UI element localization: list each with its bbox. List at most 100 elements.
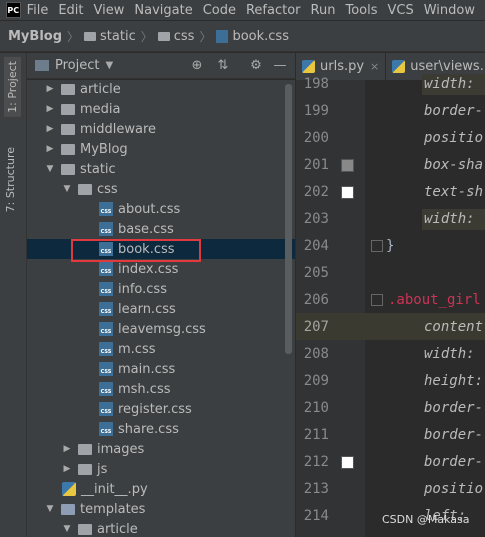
tree-item-label: __init__.py bbox=[81, 481, 148, 497]
folder-icon bbox=[78, 463, 92, 475]
breadcrumb-project[interactable]: MyBlog bbox=[8, 29, 62, 44]
breadcrumb-separator-icon: 〉 bbox=[199, 29, 212, 44]
close-icon[interactable]: × bbox=[370, 60, 379, 73]
tree-item-label: leavemsg.css bbox=[118, 321, 206, 337]
line-number: 212 bbox=[303, 454, 329, 470]
code-line: text-sh bbox=[424, 184, 484, 200]
tree-item-label: article bbox=[80, 81, 121, 97]
color-swatch-icon[interactable] bbox=[341, 186, 354, 199]
folder-icon bbox=[78, 523, 92, 535]
collapse-arrow-icon[interactable]: ▶ bbox=[62, 444, 72, 454]
tree-item[interactable]: ▼ article bbox=[27, 519, 295, 537]
expand-arrow-icon[interactable]: ▼ bbox=[62, 524, 72, 534]
tree-item[interactable]: CSS m.css bbox=[27, 339, 295, 359]
tree-item[interactable]: CSS learn.css bbox=[27, 299, 295, 319]
project-panel-title[interactable]: Project bbox=[55, 58, 99, 73]
tree-item[interactable]: ▼ templates bbox=[27, 499, 295, 519]
tree-item[interactable]: __init__.py bbox=[27, 479, 295, 499]
tree-item[interactable]: CSS about.css bbox=[27, 199, 295, 219]
collapse-arrow-icon[interactable]: ▶ bbox=[45, 84, 55, 94]
folder-icon bbox=[61, 503, 75, 515]
tree-item[interactable]: ▶ images bbox=[27, 439, 295, 459]
fold-icon[interactable] bbox=[371, 294, 383, 306]
code-line: border- bbox=[424, 103, 484, 119]
tree-item[interactable]: ▼ static bbox=[27, 159, 295, 179]
code-line: border- bbox=[424, 454, 484, 470]
project-tree: ▶ article ▶ media ▶ middleware ▶ MyBlog ▼ static ▼… bbox=[27, 80, 295, 537]
breadcrumb-separator-icon: 〉 bbox=[67, 29, 80, 44]
tree-item-label: templates bbox=[80, 501, 146, 517]
collapse-arrow-icon[interactable]: ▶ bbox=[45, 144, 55, 154]
line-number: 210 bbox=[303, 400, 329, 416]
css-file-icon: CSS bbox=[99, 302, 113, 316]
tree-item[interactable]: ▶ middleware bbox=[27, 119, 295, 139]
breadcrumb-book-css[interactable]: book.css bbox=[232, 29, 289, 44]
menu-run[interactable]: Run bbox=[311, 3, 336, 18]
tree-item[interactable]: CSS info.css bbox=[27, 279, 295, 299]
expand-arrow-icon[interactable]: ▼ bbox=[62, 184, 72, 194]
tree-item[interactable]: CSS main.css bbox=[27, 359, 295, 379]
tree-item[interactable]: CSS register.css bbox=[27, 399, 295, 419]
color-swatch-icon[interactable] bbox=[341, 159, 354, 172]
expand-arrow-icon[interactable]: ▼ bbox=[45, 164, 55, 174]
folder-icon bbox=[61, 143, 75, 155]
css-file-icon: CSS bbox=[99, 322, 113, 336]
tree-item[interactable]: CSS share.css bbox=[27, 419, 295, 439]
tree-item[interactable]: CSS index.css bbox=[27, 259, 295, 279]
code-line: border- bbox=[424, 400, 484, 416]
collapse-icon[interactable]: ⇅ bbox=[216, 59, 230, 73]
project-view-icon bbox=[35, 60, 49, 71]
tree-item[interactable]: ▶ article bbox=[27, 80, 295, 99]
menu-vcs[interactable]: VCS bbox=[388, 3, 414, 18]
color-swatch-icon[interactable] bbox=[341, 456, 354, 469]
tree-item[interactable]: ▶ js bbox=[27, 459, 295, 479]
line-number: 204 bbox=[303, 238, 329, 254]
css-file-icon: CSS bbox=[99, 362, 113, 376]
menu-tools[interactable]: Tools bbox=[345, 3, 377, 18]
tree-item[interactable]: ▼ css bbox=[27, 179, 295, 199]
python-file-icon bbox=[392, 60, 406, 73]
line-number: 213 bbox=[303, 481, 329, 497]
tree-item-label: base.css bbox=[118, 221, 174, 237]
structure-tool-tab[interactable]: 7: Structure bbox=[4, 147, 17, 212]
project-tool-tab[interactable]: 1: Project bbox=[4, 57, 21, 117]
tree-item[interactable]: ▶ media bbox=[27, 99, 295, 119]
code-line: positio bbox=[424, 130, 484, 146]
css-file-icon bbox=[216, 29, 229, 43]
gear-icon[interactable]: ⚙ bbox=[249, 59, 263, 73]
line-number: 214 bbox=[303, 508, 329, 524]
collapse-arrow-icon[interactable]: ▶ bbox=[45, 104, 55, 114]
css-file-icon: CSS bbox=[99, 222, 113, 236]
tree-item[interactable]: CSS msh.css bbox=[27, 379, 295, 399]
menu-window[interactable]: Window bbox=[424, 3, 475, 18]
collapse-arrow-icon[interactable]: ▶ bbox=[45, 124, 55, 134]
menu-navigate[interactable]: Navigate bbox=[134, 3, 192, 18]
chevron-down-icon[interactable]: ▼ bbox=[105, 60, 113, 71]
fold-icon[interactable] bbox=[371, 240, 383, 252]
line-number: 208 bbox=[303, 346, 329, 362]
folder-icon bbox=[78, 183, 92, 195]
tree-item[interactable]: CSS leavemsg.css bbox=[27, 319, 295, 339]
tree-item-label: static bbox=[80, 161, 116, 177]
menu-code[interactable]: Code bbox=[203, 3, 236, 18]
tree-scrollbar[interactable] bbox=[285, 84, 292, 354]
menu-refactor[interactable]: Refactor bbox=[246, 3, 301, 18]
code-line: } bbox=[386, 238, 395, 254]
line-number: 199 bbox=[303, 103, 329, 119]
breadcrumb-css[interactable]: css bbox=[174, 29, 195, 44]
menu-view[interactable]: View bbox=[94, 3, 125, 18]
menu-edit[interactable]: Edit bbox=[58, 3, 83, 18]
css-file-icon: CSS bbox=[99, 262, 113, 276]
breadcrumb-static[interactable]: static bbox=[100, 29, 136, 44]
globe-icon[interactable]: ⊕ bbox=[190, 59, 204, 73]
tree-item-label: js bbox=[97, 461, 108, 477]
collapse-arrow-icon[interactable]: ▶ bbox=[62, 464, 72, 474]
minimize-icon[interactable]: — bbox=[273, 59, 287, 73]
css-file-icon: CSS bbox=[99, 342, 113, 356]
expand-arrow-icon[interactable]: ▼ bbox=[45, 504, 55, 514]
menu-file[interactable]: File bbox=[27, 3, 49, 18]
tree-item[interactable]: ▶ MyBlog bbox=[27, 139, 295, 159]
tree-item[interactable]: CSS base.css bbox=[27, 219, 295, 239]
tree-item-label: middleware bbox=[80, 121, 157, 137]
code-line: width: bbox=[424, 76, 475, 92]
